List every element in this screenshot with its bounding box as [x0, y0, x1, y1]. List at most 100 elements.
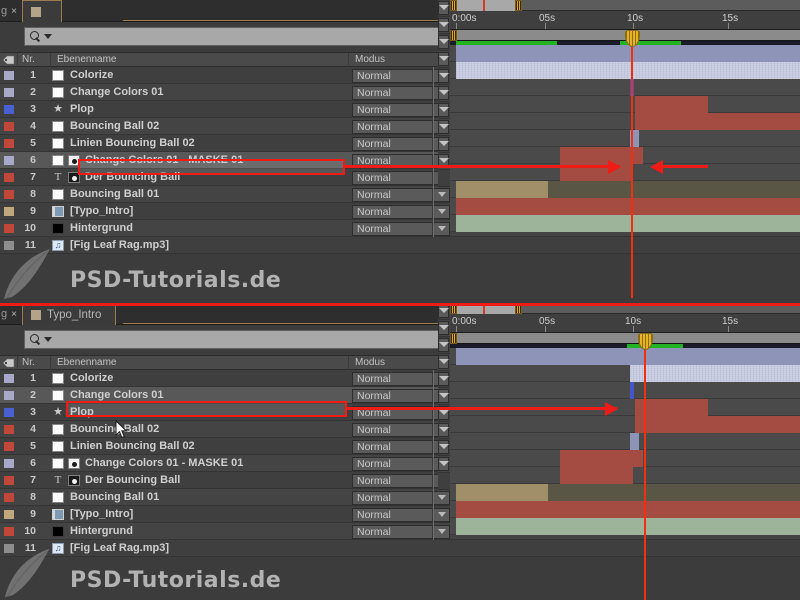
label-color-swatch[interactable]: [4, 224, 14, 233]
layer-name[interactable]: [Typo_Intro]: [70, 205, 133, 217]
layer-name[interactable]: Colorize: [70, 372, 113, 384]
timeline-row[interactable]: [450, 215, 800, 232]
layer-expander[interactable]: [438, 371, 450, 388]
layer-name[interactable]: Change Colors 01: [70, 86, 164, 98]
chevron-down-icon[interactable]: [433, 186, 449, 204]
timeline-row[interactable]: [450, 416, 800, 433]
layer-duration-bar[interactable]: [456, 45, 800, 62]
timeline-row[interactable]: [450, 365, 800, 382]
blend-mode-dropdown[interactable]: Normal: [352, 370, 450, 388]
chevron-down-icon[interactable]: [433, 203, 449, 221]
layer-duration-bar[interactable]: [635, 113, 800, 130]
timeline-row[interactable]: [450, 518, 800, 535]
col-header-nr[interactable]: Nr.: [22, 54, 35, 65]
chevron-down-icon[interactable]: [433, 506, 449, 524]
layer-expander[interactable]: [438, 354, 450, 371]
layer-expander[interactable]: [438, 473, 450, 490]
layer-duration-bar[interactable]: [456, 62, 800, 79]
track-matte-icon[interactable]: [68, 458, 80, 469]
layer-name[interactable]: Colorize: [70, 69, 113, 81]
layer-expander[interactable]: [438, 17, 450, 34]
layer-duration-bar[interactable]: [456, 501, 800, 518]
label-color-swatch[interactable]: [4, 139, 14, 148]
col-header-modus-bottom[interactable]: Modus: [355, 357, 385, 368]
label-color-swatch[interactable]: [4, 173, 14, 182]
track-matte-invert-icon[interactable]: [68, 475, 80, 486]
layer-duration-bar[interactable]: [635, 416, 800, 433]
timeline-row[interactable]: [450, 113, 800, 130]
label-color-swatch[interactable]: [4, 510, 14, 519]
layer-duration-bar[interactable]: [635, 96, 708, 113]
timeline-row[interactable]: [450, 450, 800, 467]
layer-expander[interactable]: [438, 68, 450, 85]
timeline-row[interactable]: [450, 45, 800, 62]
layer-expander[interactable]: [438, 102, 450, 119]
layer-name[interactable]: Bouncing Ball 02: [70, 120, 159, 132]
blend-mode-dropdown[interactable]: Normal: [352, 421, 450, 439]
timeline-row[interactable]: [450, 433, 800, 450]
layer-expander[interactable]: [438, 85, 450, 102]
blend-mode-dropdown[interactable]: Normal: [352, 118, 450, 136]
layer-row[interactable]: 11[Fig Leaf Rag.mp3]: [0, 237, 800, 254]
layer-name[interactable]: Hintergrund: [70, 222, 133, 234]
layer-expander[interactable]: [438, 388, 450, 405]
current-timecode-bottom[interactable]: 2 ): [0, 326, 26, 350]
tab-typo-intro[interactable]: [22, 0, 62, 22]
layer-duration-bar[interactable]: [548, 181, 800, 198]
label-color-swatch[interactable]: [4, 207, 14, 216]
layer-name[interactable]: Bouncing Ball 01: [70, 188, 159, 200]
blend-mode-dropdown[interactable]: Normal: [352, 523, 450, 541]
col-header-name[interactable]: Ebenenname: [57, 54, 117, 65]
blend-mode-dropdown[interactable]: Normal: [352, 438, 450, 456]
layer-expander[interactable]: [438, 320, 450, 337]
layer-expander[interactable]: [438, 0, 450, 17]
layer-expander[interactable]: [438, 439, 450, 456]
timeline-row[interactable]: [450, 62, 800, 79]
layer-duration-bar[interactable]: [630, 433, 639, 450]
blend-mode-dropdown[interactable]: Normal: [352, 220, 450, 238]
timeline-row[interactable]: [450, 382, 800, 399]
blend-mode-dropdown[interactable]: Normal: [352, 135, 450, 153]
timeline-row[interactable]: [450, 348, 800, 365]
label-color-swatch[interactable]: [4, 88, 14, 97]
label-color-swatch[interactable]: [4, 391, 14, 400]
col-header-name-bottom[interactable]: Ebenenname: [57, 357, 117, 368]
blend-mode-dropdown[interactable]: Normal: [352, 489, 450, 507]
label-color-swatch[interactable]: [4, 374, 14, 383]
layer-expander[interactable]: [438, 51, 450, 68]
layer-duration-bar[interactable]: [456, 215, 800, 232]
chevron-down-icon[interactable]: [44, 34, 52, 39]
col-header-modus[interactable]: Modus: [355, 54, 385, 65]
timeline-navigator-top[interactable]: [450, 0, 800, 11]
blend-mode-dropdown[interactable]: Normal: [352, 186, 450, 204]
layer-name[interactable]: [Fig Leaf Rag.mp3]: [70, 542, 169, 554]
layer-duration-bar[interactable]: [560, 467, 633, 484]
layer-name[interactable]: [Fig Leaf Rag.mp3]: [70, 239, 169, 251]
layer-name[interactable]: Plop: [70, 103, 94, 115]
timeline-row[interactable]: [450, 147, 800, 164]
blend-mode-dropdown[interactable]: Normal: [352, 506, 450, 524]
layer-expander[interactable]: [438, 170, 450, 187]
search-input-bottom[interactable]: [24, 330, 448, 349]
chevron-down-icon-bottom[interactable]: [44, 337, 52, 342]
timeline-row[interactable]: [450, 501, 800, 518]
layer-expander[interactable]: [438, 456, 450, 473]
blend-mode-dropdown[interactable]: Normal: [352, 67, 450, 85]
label-color-swatch[interactable]: [4, 442, 14, 451]
layer-name[interactable]: Change Colors 01: [70, 389, 164, 401]
blend-mode-dropdown[interactable]: Normal: [352, 169, 450, 187]
layer-expander[interactable]: [438, 136, 450, 153]
chevron-down-icon[interactable]: [433, 489, 449, 507]
layer-expander[interactable]: [438, 337, 450, 354]
blend-mode-dropdown[interactable]: Normal: [352, 455, 450, 473]
chevron-down-icon[interactable]: [433, 523, 449, 541]
label-color-swatch[interactable]: [4, 156, 14, 165]
close-icon[interactable]: ×: [11, 6, 17, 17]
timeline-row[interactable]: [450, 96, 800, 113]
layer-duration-bar[interactable]: [456, 198, 800, 215]
layer-duration-bar[interactable]: [635, 399, 708, 416]
label-color-swatch[interactable]: [4, 190, 14, 199]
layer-name[interactable]: Linien Bouncing Ball 02: [70, 137, 195, 149]
time-ruler-top[interactable]: 0:00s 05s 10s 15s: [450, 11, 800, 30]
layer-duration-bar[interactable]: [456, 484, 548, 501]
